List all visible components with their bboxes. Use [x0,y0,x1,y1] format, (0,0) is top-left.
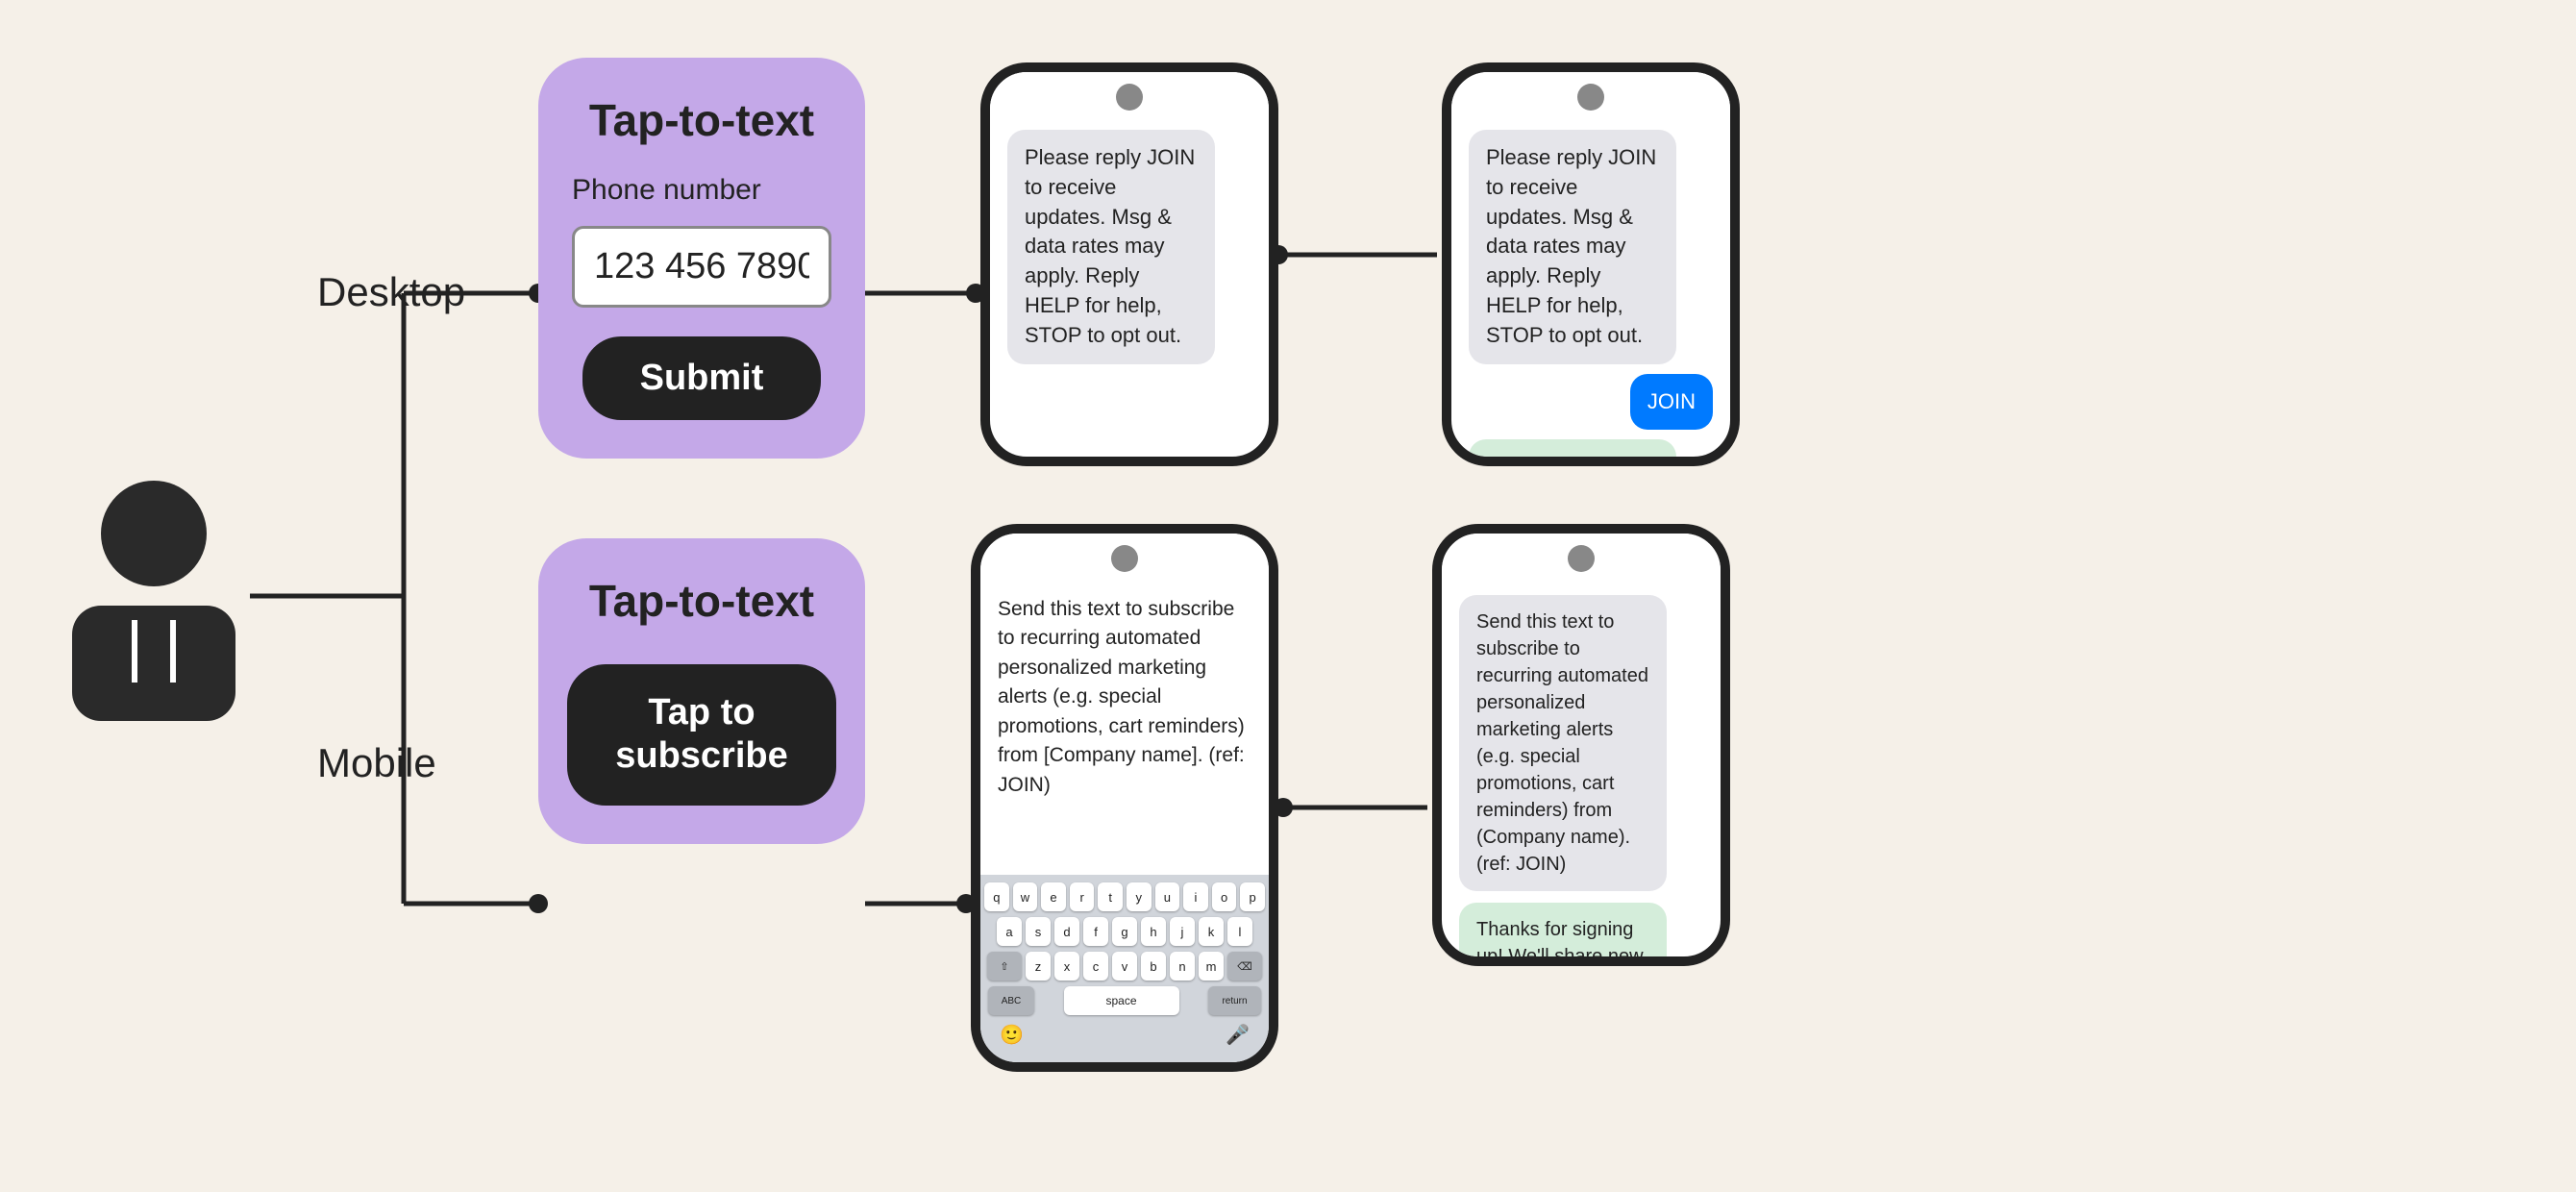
key-u[interactable]: u [1155,882,1180,911]
phone-camera-d1 [1116,84,1143,111]
phone-content-d2: Please reply JOIN to receive updates. Ms… [1451,118,1730,466]
key-v[interactable]: v [1112,952,1137,981]
key-w[interactable]: w [1013,882,1038,911]
emoji-icon[interactable]: 🙂 [1000,1023,1024,1047]
key-m[interactable]: m [1199,952,1224,981]
tap-card-mobile: Tap-to-text Tap tosubscribe [538,538,865,844]
msg-bubble-d2-1: Please reply JOIN to receive updates. Ms… [1469,130,1676,364]
key-z[interactable]: z [1026,952,1051,981]
submit-button[interactable]: Submit [582,336,822,420]
phone-mobile-1: Send this text to subscribe to recurring… [971,524,1278,1072]
person-icon [58,471,250,721]
mic-icon[interactable]: 🎤 [1226,1023,1250,1047]
kb-row-1: q w e r t y u i o p [984,882,1265,911]
mobile-label: Mobile [317,740,436,786]
key-q[interactable]: q [984,882,1009,911]
key-l[interactable]: l [1227,917,1252,946]
key-r[interactable]: r [1070,882,1095,911]
key-abc[interactable]: ABC [988,986,1034,1015]
key-i[interactable]: i [1183,882,1208,911]
phone-desktop-2: Please reply JOIN to receive updates. Ms… [1442,62,1740,466]
phone-number-input[interactable] [572,226,831,308]
tap-subscribe-button[interactable]: Tap tosubscribe [567,664,836,806]
key-p[interactable]: p [1240,882,1265,911]
phone-desktop-1: Please reply JOIN to receive updates. Ms… [980,62,1278,466]
phone-number-label: Phone number [572,174,761,207]
key-j[interactable]: j [1170,917,1195,946]
key-t[interactable]: t [1098,882,1123,911]
key-delete[interactable]: ⌫ [1227,952,1262,981]
phone-top-bar-d2 [1451,72,1730,118]
phone-camera-m1 [1111,545,1138,572]
phone-content-d1: Please reply JOIN to receive updates. Ms… [990,118,1269,457]
key-space[interactable]: space [1064,986,1179,1015]
kb-row-3: ⇧ z x c v b n m ⌫ [984,952,1265,981]
msg-bubble-m2-2: Thanks for signing up! We'll share new r… [1459,903,1667,966]
tap-card-desktop: Tap-to-text Phone number Submit [538,58,865,459]
phone-camera-m2 [1568,545,1595,572]
key-b[interactable]: b [1141,952,1166,981]
key-c[interactable]: c [1083,952,1108,981]
keyboard: q w e r t y u i o p a s d f g h j k l ⇧ … [980,875,1269,1062]
phone-camera-d2 [1577,84,1604,111]
phone-mobile-2: Send this text to subscribe to recurring… [1432,524,1730,966]
key-o[interactable]: o [1212,882,1237,911]
phone-top-bar-m1 [980,534,1269,580]
desktop-label: Desktop [317,269,465,315]
tap-card-mobile-title: Tap-to-text [589,577,814,626]
kb-row-bottom: ABC space return [984,986,1265,1015]
key-d[interactable]: d [1054,917,1079,946]
phone-content-m2: Send this text to subscribe to recurring… [1442,580,1721,966]
key-return[interactable]: return [1208,986,1261,1015]
key-n[interactable]: n [1170,952,1195,981]
phone-top-bar-d1 [990,72,1269,118]
msg-bubble-d2-2: Thanks for signing up! We'll share new r… [1469,439,1676,466]
phone-mobile-1-text: Send this text to subscribe to recurring… [980,580,1269,875]
key-e[interactable]: e [1041,882,1066,911]
key-shift[interactable]: ⇧ [987,952,1022,981]
msg-bubble-d1-1: Please reply JOIN to receive updates. Ms… [1007,130,1215,364]
key-g[interactable]: g [1112,917,1137,946]
phone-top-bar-m2 [1442,534,1721,580]
key-f[interactable]: f [1083,917,1108,946]
key-y[interactable]: y [1127,882,1152,911]
key-x[interactable]: x [1054,952,1079,981]
key-s[interactable]: s [1026,917,1051,946]
phone-bottom-bar-m1: 🙂 🎤 [984,1015,1265,1055]
kb-row-2: a s d f g h j k l [984,917,1265,946]
msg-join: JOIN [1630,374,1713,431]
key-h[interactable]: h [1141,917,1166,946]
msg-bubble-m2-1: Send this text to subscribe to recurring… [1459,595,1667,891]
key-k[interactable]: k [1199,917,1224,946]
tap-card-desktop-title: Tap-to-text [589,96,814,145]
key-a[interactable]: a [997,917,1022,946]
